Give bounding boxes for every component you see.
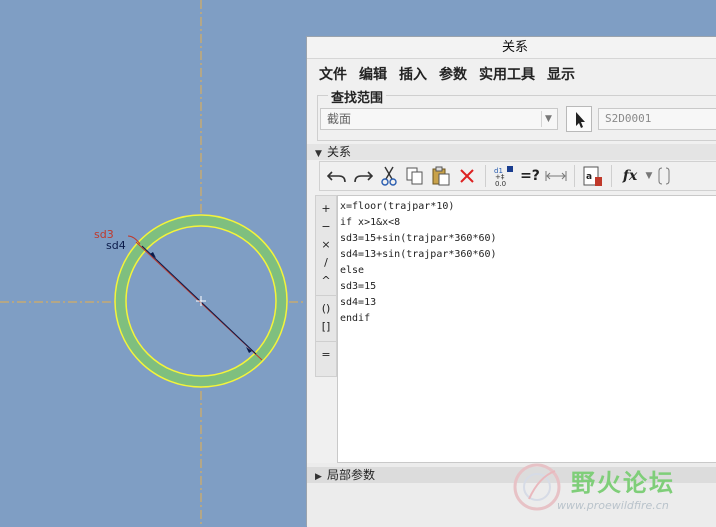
watermark-title: 野火论坛 bbox=[571, 469, 675, 497]
insert-function-button[interactable]: fx bbox=[617, 164, 643, 188]
sd4-label[interactable]: sd4 bbox=[106, 240, 126, 252]
operator-equals-button[interactable]: = bbox=[316, 346, 336, 364]
copy-button[interactable] bbox=[402, 164, 428, 188]
scope-type-dropdown[interactable]: 截面 ▼ bbox=[320, 108, 558, 130]
operator-minus-button[interactable]: − bbox=[316, 218, 336, 236]
operator-brackets-button[interactable]: [] bbox=[316, 318, 336, 336]
collapse-triangle-icon: ▼ bbox=[315, 149, 322, 159]
cut-button[interactable] bbox=[376, 164, 402, 188]
relation-line-4: sd4=13+sin(trajpar*360*60) bbox=[340, 249, 497, 260]
menu-edit[interactable]: 编辑 bbox=[358, 62, 388, 86]
document-sort-icon: a bbox=[583, 166, 602, 186]
relations-dialog: 关系 文件 编辑 插入 参数 实用工具 显示 查找范围 截面 ▼ S2D0001… bbox=[306, 36, 716, 527]
evaluate-selection-button[interactable]: d1 +‡ 0.0 bbox=[491, 164, 517, 188]
relation-line-2: if x>1&x<8 bbox=[340, 217, 401, 228]
function-label: fx bbox=[622, 168, 638, 184]
operator-panel: + − × / ^ () [] = bbox=[315, 195, 337, 377]
delete-icon bbox=[460, 169, 474, 183]
operator-plus-button[interactable]: + bbox=[316, 200, 336, 218]
operator-multiply-button[interactable]: × bbox=[316, 236, 336, 254]
relations-section-header[interactable]: ▼ 关系 bbox=[307, 144, 716, 160]
evaluate-label: =? bbox=[520, 168, 540, 184]
relation-line-7: sd4=13 bbox=[340, 297, 377, 308]
svg-text:a: a bbox=[586, 172, 592, 182]
expand-triangle-icon: ▶ bbox=[315, 472, 322, 482]
menu-insert[interactable]: 插入 bbox=[398, 62, 428, 86]
sort-relations-button[interactable]: a bbox=[580, 164, 606, 188]
evaluate-icon: d1+‡0.0 bbox=[494, 166, 513, 187]
lookup-scope-legend: 查找范围 bbox=[328, 87, 387, 106]
relations-section-label: 关系 bbox=[327, 145, 352, 159]
menu-display[interactable]: 显示 bbox=[546, 62, 576, 86]
relations-toolbar: d1 +‡ 0.0 =? a fx ▼ bbox=[319, 161, 716, 191]
undo-button[interactable] bbox=[324, 164, 350, 188]
local-params-label: 局部参数 bbox=[327, 468, 376, 482]
scope-object-field[interactable]: S2D0001 bbox=[598, 108, 716, 130]
insert-brackets-button[interactable] bbox=[655, 164, 673, 188]
relation-line-6: sd3=15 bbox=[340, 281, 377, 292]
function-dropdown-arrow[interactable]: ▼ bbox=[643, 164, 655, 188]
relation-line-5: else bbox=[340, 265, 365, 276]
paste-button[interactable] bbox=[428, 164, 454, 188]
select-pointer-button[interactable] bbox=[566, 106, 592, 132]
menu-parameters[interactable]: 参数 bbox=[438, 62, 468, 86]
cursor-arrow-icon bbox=[576, 112, 585, 128]
watermark-url: www.proewildfire.cn bbox=[557, 499, 669, 512]
dimension-width-icon bbox=[545, 171, 567, 181]
menu-file[interactable]: 文件 bbox=[318, 62, 348, 86]
relations-editor[interactable]: x=floor(trajpar*10) if x>1&x<8 sd3=15+si… bbox=[337, 195, 716, 463]
dialog-title: 关系 bbox=[307, 37, 716, 59]
lookup-scope-group: 查找范围 截面 ▼ S2D0001 bbox=[317, 87, 716, 141]
scissors-icon bbox=[381, 166, 397, 186]
operator-power-button[interactable]: ^ bbox=[316, 272, 336, 290]
menu-utilities[interactable]: 实用工具 bbox=[478, 62, 536, 86]
svg-text:0.0: 0.0 bbox=[495, 180, 506, 187]
relation-line-3: sd3=15+sin(trajpar*360*60) bbox=[340, 233, 497, 244]
brackets-icon bbox=[658, 167, 670, 185]
scope-type-value: 截面 bbox=[327, 112, 352, 126]
undo-icon bbox=[327, 171, 346, 183]
relation-line-8: endif bbox=[340, 313, 371, 324]
copy-icon bbox=[406, 167, 423, 185]
relation-line-1: x=floor(trajpar*10) bbox=[340, 201, 455, 212]
redo-button[interactable] bbox=[350, 164, 376, 188]
paste-icon bbox=[432, 166, 450, 186]
evaluate-expression-button[interactable]: =? bbox=[517, 164, 543, 188]
operator-parentheses-button[interactable]: () bbox=[316, 300, 336, 318]
delete-button[interactable] bbox=[454, 164, 480, 188]
menu-bar: 文件 编辑 插入 参数 实用工具 显示 bbox=[307, 59, 716, 89]
forum-watermark: 野火论坛 www.proewildfire.cn bbox=[509, 457, 716, 521]
redo-icon bbox=[354, 171, 373, 183]
operator-divide-button[interactable]: / bbox=[316, 254, 336, 272]
chevron-down-icon[interactable]: ▼ bbox=[541, 111, 555, 127]
unit-sensitivity-button[interactable] bbox=[543, 164, 569, 188]
